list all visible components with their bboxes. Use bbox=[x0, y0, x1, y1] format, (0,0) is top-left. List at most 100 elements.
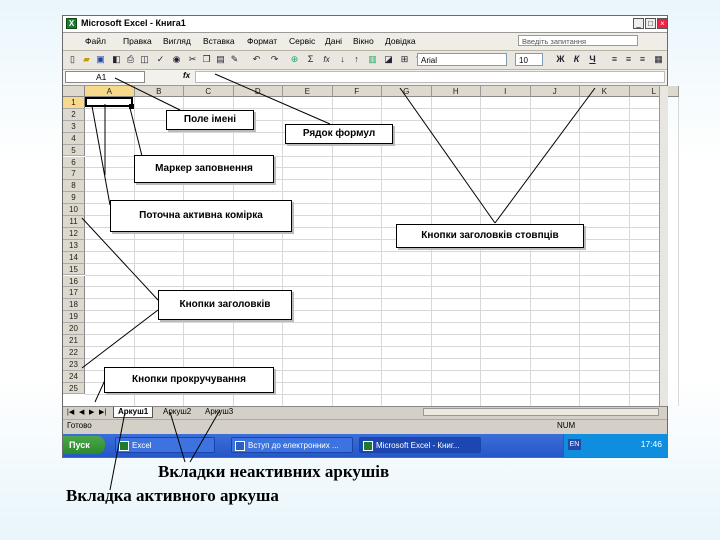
menu-file[interactable]: Файл bbox=[85, 36, 106, 46]
row-header-17[interactable]: 17 bbox=[63, 287, 85, 300]
cut-icon[interactable]: ✂ bbox=[187, 54, 198, 65]
row-header-6[interactable]: 6 bbox=[63, 156, 85, 169]
row-header-23[interactable]: 23 bbox=[63, 358, 85, 371]
print-icon[interactable]: ⎙ bbox=[125, 54, 136, 65]
row-header-19[interactable]: 19 bbox=[63, 311, 85, 324]
column-header-i[interactable]: I bbox=[481, 86, 531, 97]
sort-ascending-icon[interactable]: ↓ bbox=[337, 54, 348, 65]
row-header-5[interactable]: 5 bbox=[63, 144, 85, 157]
menu-tools[interactable]: Сервіс bbox=[289, 36, 315, 46]
insert-function-icon[interactable]: fx bbox=[321, 54, 332, 65]
select-all-button[interactable] bbox=[63, 86, 85, 97]
chart-wizard-icon[interactable]: ▥ bbox=[367, 54, 378, 65]
italic-button[interactable]: К bbox=[571, 54, 582, 65]
name-box[interactable]: A1 bbox=[65, 71, 145, 83]
row-header-10[interactable]: 10 bbox=[63, 204, 85, 216]
autosum-icon[interactable]: Σ bbox=[305, 54, 316, 65]
align-center-icon[interactable]: ≡ bbox=[623, 54, 634, 65]
row-header-13[interactable]: 13 bbox=[63, 239, 85, 252]
start-button[interactable]: Пуск bbox=[63, 436, 105, 454]
row-header-12[interactable]: 12 bbox=[63, 227, 85, 240]
font-size-select[interactable]: 10 bbox=[515, 53, 543, 66]
sheet-tab-3[interactable]: Аркуш3 bbox=[201, 407, 237, 417]
column-header-g[interactable]: G bbox=[382, 86, 432, 97]
row-header-22[interactable]: 22 bbox=[63, 346, 85, 359]
taskbar-item-excel[interactable]: Excel bbox=[115, 437, 215, 453]
zoom-icon[interactable]: ⊞ bbox=[399, 54, 410, 65]
fill-handle[interactable] bbox=[129, 104, 134, 109]
format-painter-icon[interactable]: ✎ bbox=[229, 54, 240, 65]
underline-button[interactable]: Ч bbox=[587, 54, 598, 65]
row-header-1[interactable]: 1 bbox=[63, 97, 85, 109]
menu-format[interactable]: Формат bbox=[247, 36, 277, 46]
row-header-3[interactable]: 3 bbox=[63, 120, 85, 133]
first-sheet-icon[interactable]: |◀ bbox=[67, 408, 74, 416]
open-folder-icon[interactable]: ▰ bbox=[81, 54, 92, 65]
active-cell-a1[interactable] bbox=[85, 97, 133, 107]
menu-data[interactable]: Дані bbox=[325, 36, 342, 46]
maximize-button[interactable]: □ bbox=[645, 18, 656, 29]
redo-icon[interactable]: ↷ bbox=[269, 54, 280, 65]
taskbar-item-excel-book[interactable]: Microsoft Excel - Книг... bbox=[359, 437, 481, 453]
row-header-9[interactable]: 9 bbox=[63, 192, 85, 205]
prev-sheet-icon[interactable]: ◀ bbox=[79, 408, 84, 416]
copy-icon[interactable]: ❐ bbox=[201, 54, 212, 65]
row-header-7[interactable]: 7 bbox=[63, 168, 85, 181]
minimize-button[interactable]: _ bbox=[633, 18, 644, 29]
row-header-25[interactable]: 25 bbox=[63, 382, 85, 395]
row-header-11[interactable]: 11 bbox=[63, 216, 85, 228]
column-header-e[interactable]: E bbox=[283, 86, 333, 97]
formula-input[interactable] bbox=[195, 71, 665, 83]
menu-edit[interactable]: Правка bbox=[123, 36, 152, 46]
column-header-h[interactable]: H bbox=[431, 86, 481, 97]
menu-insert[interactable]: Вставка bbox=[203, 36, 235, 46]
menu-view[interactable]: Вигляд bbox=[163, 36, 191, 46]
merge-center-icon[interactable]: ▦ bbox=[653, 54, 664, 65]
row-header-2[interactable]: 2 bbox=[63, 108, 85, 121]
row-header-24[interactable]: 24 bbox=[63, 370, 85, 383]
align-left-icon[interactable]: ≡ bbox=[609, 54, 620, 65]
column-header-d[interactable]: D bbox=[233, 86, 283, 97]
row-header-15[interactable]: 15 bbox=[63, 263, 85, 276]
column-header-j[interactable]: J bbox=[530, 86, 580, 97]
bold-button[interactable]: Ж bbox=[555, 54, 566, 65]
save-icon[interactable]: ▣ bbox=[95, 54, 106, 65]
column-header-a[interactable]: A bbox=[85, 86, 135, 97]
hyperlink-icon[interactable]: ⊕ bbox=[289, 54, 300, 65]
column-header-c[interactable]: C bbox=[184, 86, 234, 97]
row-header-4[interactable]: 4 bbox=[63, 132, 85, 145]
research-icon[interactable]: ◉ bbox=[171, 54, 182, 65]
row-header-18[interactable]: 18 bbox=[63, 299, 85, 312]
next-sheet-icon[interactable]: ▶ bbox=[89, 408, 94, 416]
drawing-icon[interactable]: ◪ bbox=[383, 54, 394, 65]
taskbar-item-document[interactable]: Вступ до електронних ... bbox=[231, 437, 353, 453]
row-header-20[interactable]: 20 bbox=[63, 323, 85, 335]
paste-icon[interactable]: ▤ bbox=[215, 54, 226, 65]
row-header-16[interactable]: 16 bbox=[63, 275, 85, 288]
row-header-21[interactable]: 21 bbox=[63, 335, 85, 347]
undo-icon[interactable]: ↶ bbox=[251, 54, 262, 65]
column-header-l[interactable]: L bbox=[629, 86, 679, 97]
column-header-b[interactable]: B bbox=[134, 86, 184, 97]
column-header-f[interactable]: F bbox=[332, 86, 382, 97]
column-header-k[interactable]: K bbox=[580, 86, 630, 97]
font-name-select[interactable]: Arial bbox=[417, 53, 507, 66]
menu-help[interactable]: Довідка bbox=[385, 36, 416, 46]
vertical-scrollbar[interactable] bbox=[659, 86, 668, 406]
sheet-tab-active[interactable]: Аркуш1 bbox=[113, 407, 154, 418]
permission-icon[interactable]: ◧ bbox=[111, 54, 122, 65]
fx-label[interactable]: fx bbox=[183, 71, 190, 80]
row-header-14[interactable]: 14 bbox=[63, 251, 85, 264]
sheet-tab-2[interactable]: Аркуш2 bbox=[159, 407, 195, 417]
new-file-icon[interactable]: ▯ bbox=[67, 54, 78, 65]
close-button[interactable]: × bbox=[657, 18, 668, 29]
language-indicator[interactable]: EN bbox=[568, 439, 581, 450]
help-question-input[interactable]: Введіть запитання bbox=[518, 35, 638, 46]
menu-window[interactable]: Вікно bbox=[353, 36, 374, 46]
spelling-icon[interactable]: ✓ bbox=[155, 54, 166, 65]
last-sheet-icon[interactable]: ▶| bbox=[99, 408, 106, 416]
align-right-icon[interactable]: ≡ bbox=[637, 54, 648, 65]
sort-descending-icon[interactable]: ↑ bbox=[351, 54, 362, 65]
print-preview-icon[interactable]: ◫ bbox=[139, 54, 150, 65]
row-header-8[interactable]: 8 bbox=[63, 180, 85, 193]
